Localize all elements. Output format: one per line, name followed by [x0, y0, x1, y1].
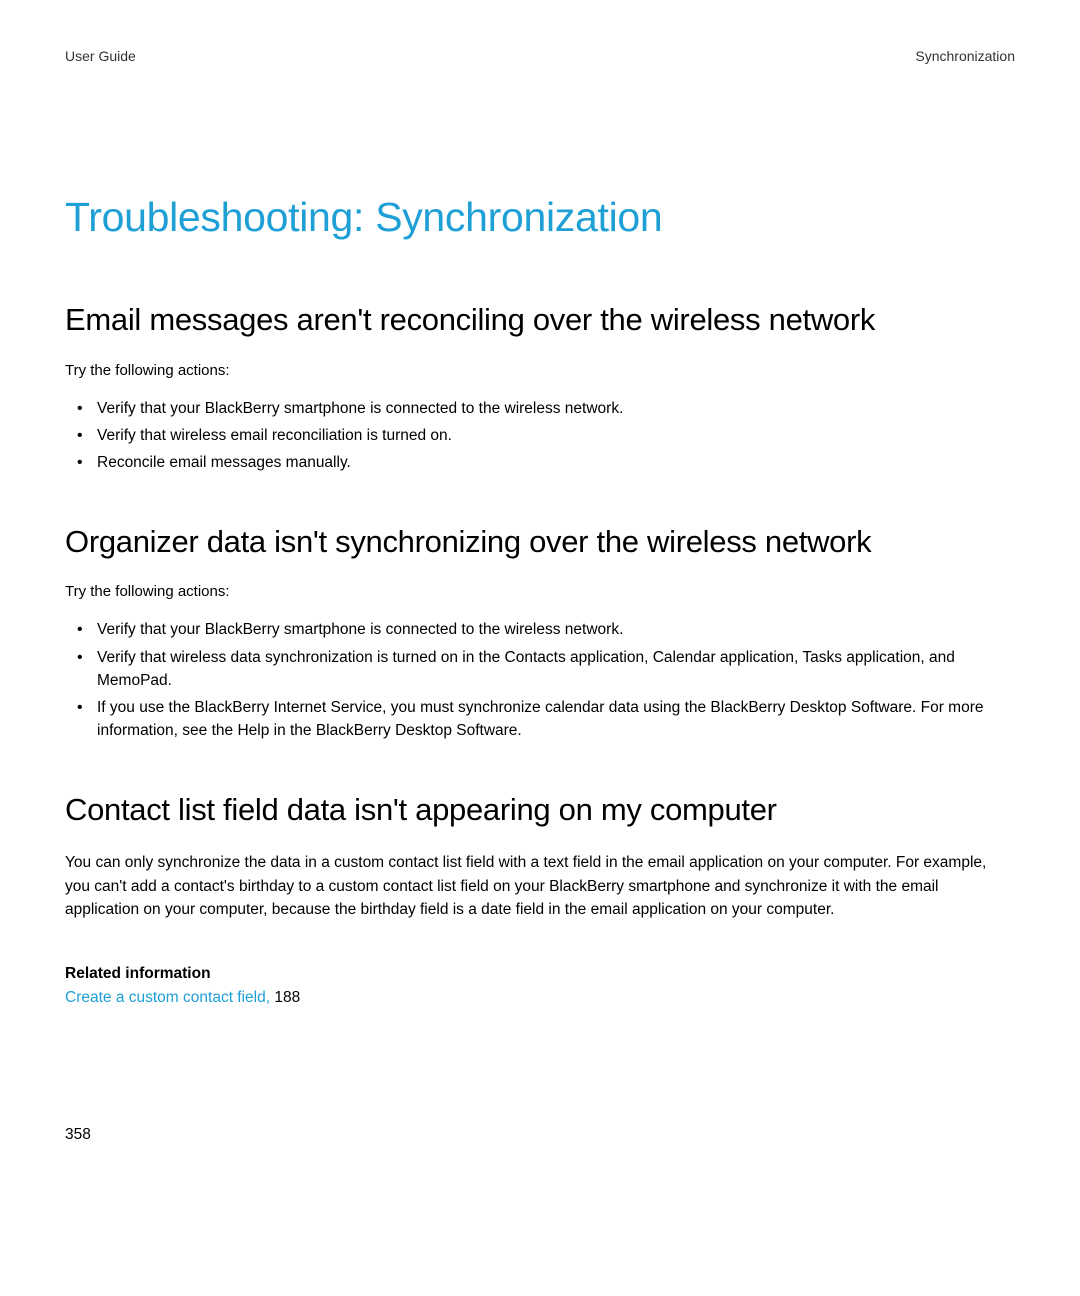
- list-item: Verify that your BlackBerry smartphone i…: [97, 618, 1015, 641]
- header-right: Synchronization: [915, 48, 1015, 64]
- intro-text: Try the following actions:: [65, 362, 1015, 379]
- page-header: User Guide Synchronization: [65, 48, 1015, 64]
- related-page-ref: 188: [270, 989, 300, 1006]
- bullet-list: Verify that your BlackBerry smartphone i…: [65, 397, 1015, 475]
- section-heading-organizer-sync: Organizer data isn't synchronizing over …: [65, 523, 1015, 562]
- list-item: Verify that wireless email reconciliatio…: [97, 424, 1015, 447]
- document-page: User Guide Synchronization Troubleshooti…: [0, 0, 1080, 1296]
- body-paragraph: You can only synchronize the data in a c…: [65, 851, 1015, 921]
- section-heading-contact-field: Contact list field data isn't appearing …: [65, 791, 1015, 830]
- bullet-list: Verify that your BlackBerry smartphone i…: [65, 618, 1015, 742]
- related-link-create-custom-contact-field[interactable]: Create a custom contact field,: [65, 989, 270, 1006]
- list-item: Verify that your BlackBerry smartphone i…: [97, 397, 1015, 420]
- section-heading-email-reconcile: Email messages aren't reconciling over t…: [65, 301, 1015, 340]
- header-left: User Guide: [65, 48, 136, 64]
- related-line: Create a custom contact field, 188: [65, 989, 1015, 1007]
- page-number: 358: [65, 1126, 91, 1144]
- related-information-heading: Related information: [65, 965, 1015, 983]
- list-item: If you use the BlackBerry Internet Servi…: [97, 696, 1015, 743]
- list-item: Reconcile email messages manually.: [97, 451, 1015, 474]
- intro-text: Try the following actions:: [65, 583, 1015, 600]
- page-title: Troubleshooting: Synchronization: [65, 194, 1015, 241]
- list-item: Verify that wireless data synchronizatio…: [97, 646, 1015, 693]
